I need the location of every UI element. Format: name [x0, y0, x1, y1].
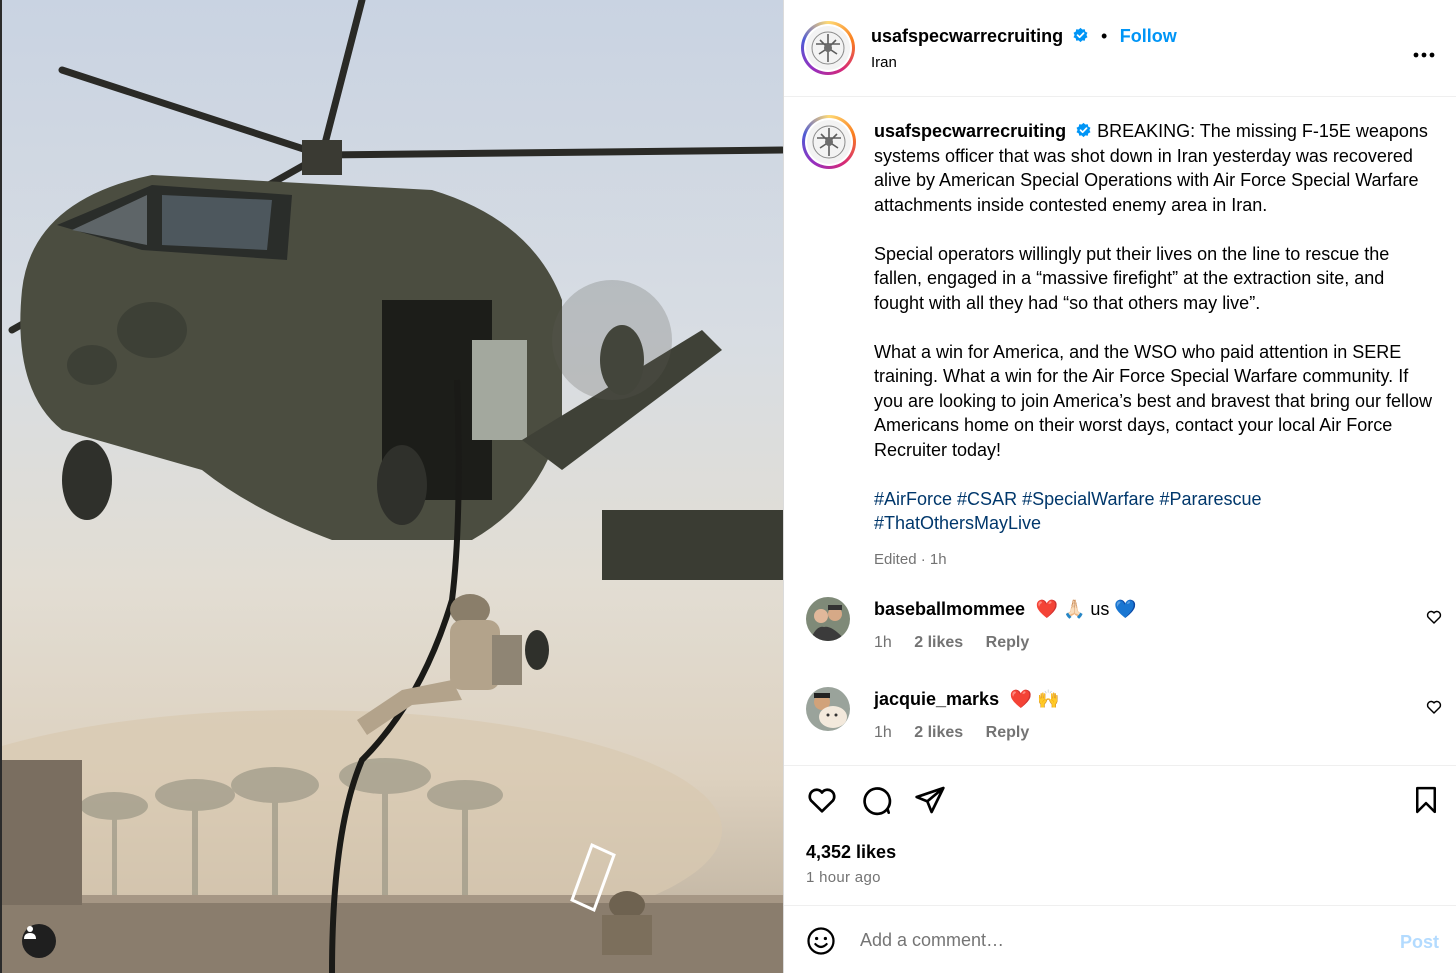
caption-author-avatar[interactable]: [802, 115, 856, 169]
post-actions: 4,352 likes 1 hour ago: [784, 765, 1456, 905]
author-avatar[interactable]: [801, 21, 855, 75]
commenter-avatar[interactable]: [806, 687, 850, 731]
reply-button[interactable]: Reply: [986, 634, 1030, 651]
comment-username[interactable]: jacquie_marks: [874, 689, 999, 709]
save-button[interactable]: [1411, 784, 1441, 821]
post-media[interactable]: [0, 0, 783, 973]
comment-username[interactable]: baseballmommee: [874, 599, 1025, 619]
comment-like-button[interactable]: [1426, 699, 1442, 720]
comment-text: ❤️ 🙌: [1009, 689, 1060, 709]
heart-icon: [1426, 700, 1442, 714]
hashtag-link[interactable]: #AirForce: [874, 489, 952, 509]
comment-time: 1h: [874, 724, 892, 741]
comment-button[interactable]: [860, 784, 892, 821]
hashtag-link[interactable]: #SpecialWarfare: [1022, 489, 1154, 509]
helicopter-photo: [2, 0, 783, 973]
follow-button[interactable]: Follow: [1120, 26, 1177, 46]
avatar-photo: [806, 687, 850, 731]
comment-time: 1h: [874, 634, 892, 651]
more-options-button[interactable]: [1413, 38, 1435, 64]
edited-timestamp: Edited · 1h: [874, 551, 947, 568]
comment-likes[interactable]: 2 likes: [914, 724, 963, 741]
bookmark-icon: [1416, 786, 1436, 814]
comment-bubble-icon: [863, 787, 892, 816]
caption-text: usafspecwarrecruiting BREAKING: The miss…: [874, 119, 1434, 573]
like-button[interactable]: [806, 784, 838, 821]
comment-likes[interactable]: 2 likes: [914, 634, 963, 651]
caption-hashtags: #AirForce #CSAR #SpecialWarfare #Parares…: [874, 487, 1434, 536]
more-horizontal-icon: [1413, 52, 1435, 58]
verified-badge-icon: [1076, 122, 1091, 138]
post-header: usafspecwarrecruiting • Follow Iran: [784, 0, 1456, 97]
hashtag-link[interactable]: #Pararescue: [1160, 489, 1262, 509]
separator-dot: •: [1100, 26, 1108, 46]
comment-item: jacquie_marks ❤️ 🙌 1h 2 likes Reply: [806, 687, 1446, 757]
comment-like-button[interactable]: [1426, 609, 1442, 630]
share-button[interactable]: [914, 784, 946, 821]
author-username[interactable]: usafspecwarrecruiting: [871, 26, 1063, 46]
comment-composer: Post: [784, 905, 1456, 973]
caption-username[interactable]: usafspecwarrecruiting: [874, 121, 1066, 141]
comment-input[interactable]: [860, 930, 1340, 951]
verified-badge-icon: [1073, 27, 1088, 43]
heart-icon: [808, 788, 836, 813]
tag-people-button[interactable]: [22, 924, 56, 958]
post-comment-button[interactable]: Post: [1400, 932, 1439, 953]
unit-emblem-icon: [812, 125, 846, 159]
comment-text: ❤️ 🙏🏻 us 💙: [1035, 599, 1137, 619]
heart-icon: [1426, 610, 1442, 624]
paper-plane-icon: [915, 786, 945, 814]
hashtag-link[interactable]: #CSAR: [957, 489, 1017, 509]
emoji-smile-icon: [807, 927, 835, 955]
user-tag-icon: [24, 926, 36, 939]
reply-button[interactable]: Reply: [986, 724, 1030, 741]
caption-paragraph-3: What a win for America, and the WSO who …: [874, 341, 1432, 460]
caption-paragraph-2: Special operators willingly put their li…: [874, 243, 1390, 313]
post-timestamp[interactable]: 1 hour ago: [806, 869, 881, 886]
likes-count[interactable]: 4,352 likes: [806, 842, 896, 863]
unit-emblem-icon: [811, 31, 845, 65]
comment-item: baseballmommee ❤️ 🙏🏻 us 💙 1h 2 likes Rep…: [806, 597, 1446, 667]
commenter-avatar[interactable]: [806, 597, 850, 641]
avatar-photo: [806, 597, 850, 641]
post-location[interactable]: Iran: [871, 54, 897, 71]
post-details-panel: usafspecwarrecruiting • Follow Iran usaf…: [783, 0, 1456, 973]
hashtag-link[interactable]: #ThatOthersMayLive: [874, 513, 1041, 533]
emoji-picker-button[interactable]: [806, 926, 836, 961]
